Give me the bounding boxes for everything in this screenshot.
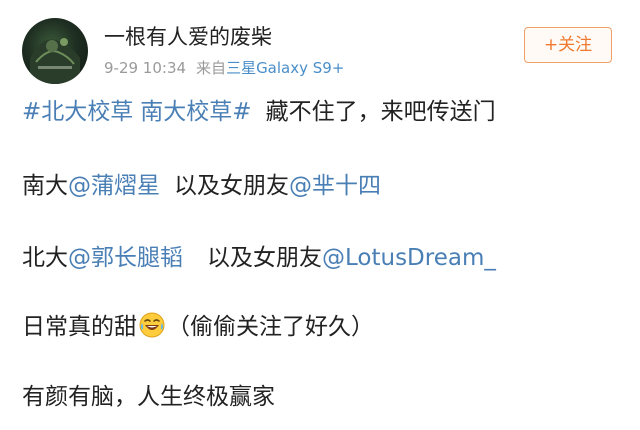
post-text: 有颜有脑，人生终极赢家 (22, 384, 275, 410)
post-text: 藏不住了，来吧传送门 (265, 99, 496, 125)
post-line-4: 日常真的甜 （偷偷关注了好久） (22, 312, 374, 342)
post-meta: 9-29 10:34 来自三星Galaxy S9+ (104, 58, 344, 78)
post-line-1: #北大校草 南大校草# 藏不住了，来吧传送门 (22, 97, 496, 127)
follow-button[interactable]: +关注 (524, 27, 612, 63)
post-line-3: 北大@郭长腿韬 以及女朋友@LotusDream_ (22, 243, 496, 273)
mention-link[interactable]: @LotusDream_ (322, 245, 496, 271)
hashtag-link[interactable]: 南大校草# (140, 99, 251, 125)
post-time: 9-29 10:34 (104, 59, 187, 77)
mention-link[interactable]: @芈十四 (289, 173, 381, 199)
mention-link[interactable]: @郭长腿韬 (68, 245, 183, 271)
post-text: （偷偷关注了好久） (167, 314, 374, 340)
user-name[interactable]: 一根有人爱的废柴 (104, 24, 272, 50)
post-source-prefix: 来自 (196, 59, 227, 77)
mention-link[interactable]: @蒲熠星 (68, 173, 160, 199)
post-line-2: 南大@蒲熠星 以及女朋友@芈十四 (22, 171, 381, 201)
laughing-tears-emoji-icon (139, 312, 165, 338)
user-avatar[interactable] (22, 18, 88, 84)
post-text: 南大 (22, 173, 68, 199)
hashtag-link[interactable]: #北大校草 (22, 99, 133, 125)
weibo-post: 一根有人爱的废柴 9-29 10:34 来自三星Galaxy S9+ +关注 #北… (0, 0, 640, 430)
post-text: 以及女朋友 (174, 173, 289, 199)
post-text: 以及女朋友 (207, 245, 322, 271)
post-line-5: 有颜有脑，人生终极赢家 (22, 382, 275, 412)
post-text: 北大 (22, 245, 68, 271)
post-text: 日常真的甜 (22, 314, 137, 340)
avatar-image-icon (30, 38, 80, 84)
post-source-device[interactable]: 三星Galaxy S9+ (226, 59, 344, 77)
